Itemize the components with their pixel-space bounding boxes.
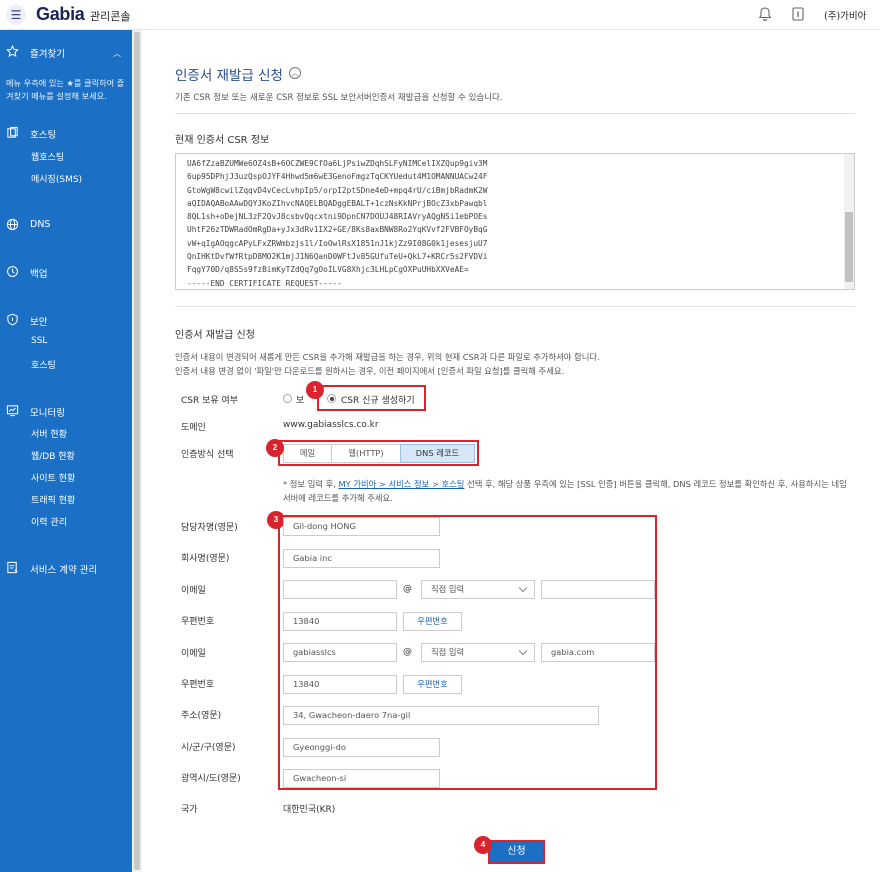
monitor-chart-icon [6,405,19,417]
sidebar-sub-web-hosting[interactable]: 웹호스팅 [31,150,64,163]
step-badge-1: 1 [306,381,324,399]
postal-label-1: 우편번호 [181,617,215,627]
country-value: 대한민국(KR) [283,805,336,815]
tab-auth-http[interactable]: 웹(HTTP) [331,444,401,463]
sidebar-sub-web-db-status[interactable]: 웹/DB 현황 [31,449,75,462]
csr-scrollbar[interactable] [844,154,854,289]
user-account-menu[interactable]: (주)가비아 [824,8,866,22]
submit-button[interactable]: 신청 [488,840,545,864]
gabia-logo[interactable]: Gabia [36,4,85,25]
csr-new-radio[interactable] [327,394,336,403]
csr-scrollbar-thumb[interactable] [845,212,853,282]
logo-subtitle: 관리콘솔 [90,10,131,23]
sidebar-item-hosting[interactable]: 호스팅 [30,127,56,141]
email-local-input-2[interactable]: gabiasslcs [283,643,397,662]
star-icon [6,45,19,58]
tab-auth-dns[interactable]: DNS 레코드 [400,444,475,463]
csr-keep-radio[interactable] [283,394,292,403]
sidebar: 즐겨찾기 ︿ 메뉴 우측에 있는 ★를 클릭하여 즐겨찾기 메뉴를 설정해 보세… [0,30,132,872]
globe-icon [6,218,19,231]
dns-note: * 정보 입력 후, MY 가비아 > 서비스 정보 > 호스팅 선택 후, 해… [283,479,847,503]
domain-value: www.gabiasslcs.co.kr [283,420,379,430]
page-description: 기존 CSR 정보 또는 새로운 CSR 정보로 SSL 보안서버인증서 재발급… [175,93,503,103]
postal-code-input-1[interactable]: 13840 [283,612,397,631]
email-label-1: 이메일 [181,586,206,596]
step-badge-4: 4 [474,836,492,854]
domain-label: 도메인 [181,423,206,433]
csr-textarea[interactable]: UA6fZzaBZUMWe6OZ4sB+6OCZWE9CfOa6LjPsiwZD… [175,153,855,290]
reissue-section-title: 인증서 재발급 신청 [175,330,255,341]
email-domain-input-1[interactable] [541,580,655,599]
sidebar-sub-server-status[interactable]: 서버 현황 [31,427,67,440]
contact-name-label: 담당자명(영문) [181,523,238,533]
province-label: 광역시/도(영문) [181,774,241,784]
tab-auth-mail[interactable]: 메일 [283,444,332,463]
sidebar-sub-traffic-status[interactable]: 트래픽 현황 [31,493,75,506]
page-title: 인증서 재발급 신청 [175,68,283,84]
document-icon[interactable] [790,6,806,22]
contract-icon [7,561,18,574]
province-input[interactable]: Gwacheon-si [283,769,440,788]
backup-clock-icon [7,266,18,277]
email-domain-select-2[interactable]: 직접 입력 [421,643,535,662]
postal-search-button-2[interactable]: 우편번호 [403,675,462,694]
bell-icon[interactable] [757,6,773,22]
postal-search-button-1[interactable]: 우편번호 [403,612,462,631]
sidebar-item-dns[interactable]: DNS [30,219,50,230]
at-sign: @ [403,647,412,657]
address-label: 주소(영문) [181,711,222,721]
contact-name-input[interactable]: Gil-dong HONG [283,517,440,536]
favorites-note: 메뉴 우측에 있는 ★를 클릭하여 즐겨찾기 메뉴를 설정해 보세요. [6,78,125,101]
my-gabia-hosting-link[interactable]: MY 가비아 > 서비스 정보 > 호스팅 [339,479,465,489]
csr-keep-label: 보 [296,396,305,406]
company-name-label: 회사명(영문) [181,554,230,564]
email-domain-select-1[interactable]: 직접 입력 [421,580,535,599]
address-input[interactable]: 34, Gwacheon-daero 7na-gil [283,706,599,725]
email-label-2: 이메일 [181,649,206,659]
sidebar-item-favorites[interactable]: 즐겨찾기 [30,46,65,60]
hosting-icon [7,126,18,138]
postal-code-input-2[interactable]: 13840 [283,675,397,694]
sidebar-sub-ssl[interactable]: SSL [31,336,47,346]
city-label: 시/군/구(영문) [181,743,236,753]
step-badge-2: 2 [266,439,284,457]
divider [175,113,855,114]
sidebar-sub-security-hosting[interactable]: 호스팅 [31,358,56,371]
sidebar-item-monitoring[interactable]: 모니터링 [30,405,65,419]
sidebar-sub-history[interactable]: 이력 관리 [31,515,67,528]
city-input[interactable]: Gyeonggi-do [283,738,440,757]
hamburger-menu-icon[interactable]: ☰ [6,5,26,25]
sidebar-scrollbar-thumb[interactable] [134,32,140,870]
divider [175,306,855,307]
country-label: 국가 [181,805,198,815]
chevron-up-icon[interactable]: ︿ [113,48,121,59]
email-local-input-1[interactable] [283,580,397,599]
chevron-down-icon [518,646,528,656]
sidebar-sub-messaging[interactable]: 메시징(SMS) [31,172,82,185]
reissue-info: 인증서 내용이 변경되어 새롭게 만든 CSR을 추가해 재발급을 하는 경우,… [175,352,600,376]
sidebar-sub-site-status[interactable]: 사이트 현황 [31,471,75,484]
chevron-down-icon [518,583,528,593]
sidebar-item-backup[interactable]: 백업 [30,266,47,280]
email-domain-input-2[interactable]: gabia.com [541,643,655,662]
csr-text: UA6fZzaBZUMWe6OZ4sB+6OCZWE9CfOa6LjPsiwZD… [187,159,488,288]
sidebar-item-security[interactable]: 보안 [30,314,47,328]
top-bar: ☰ Gabia 관리콘솔 (주)가비아 [0,0,880,30]
chevron-up-circle-icon[interactable]: ︿ [289,67,301,79]
at-sign: @ [403,584,412,594]
shield-icon [7,313,18,326]
csr-info-title: 현재 인증서 CSR 정보 [175,135,270,146]
csr-new-label[interactable]: CSR 신규 생성하기 [341,393,415,406]
csr-option-label: CSR 보유 여부 [181,396,239,406]
auth-method-label: 인증방식 선택 [181,450,234,460]
postal-label-2: 우편번호 [181,680,215,690]
company-name-input[interactable]: Gabia inc [283,549,440,568]
sidebar-item-contract[interactable]: 서비스 계약 관리 [30,562,97,576]
